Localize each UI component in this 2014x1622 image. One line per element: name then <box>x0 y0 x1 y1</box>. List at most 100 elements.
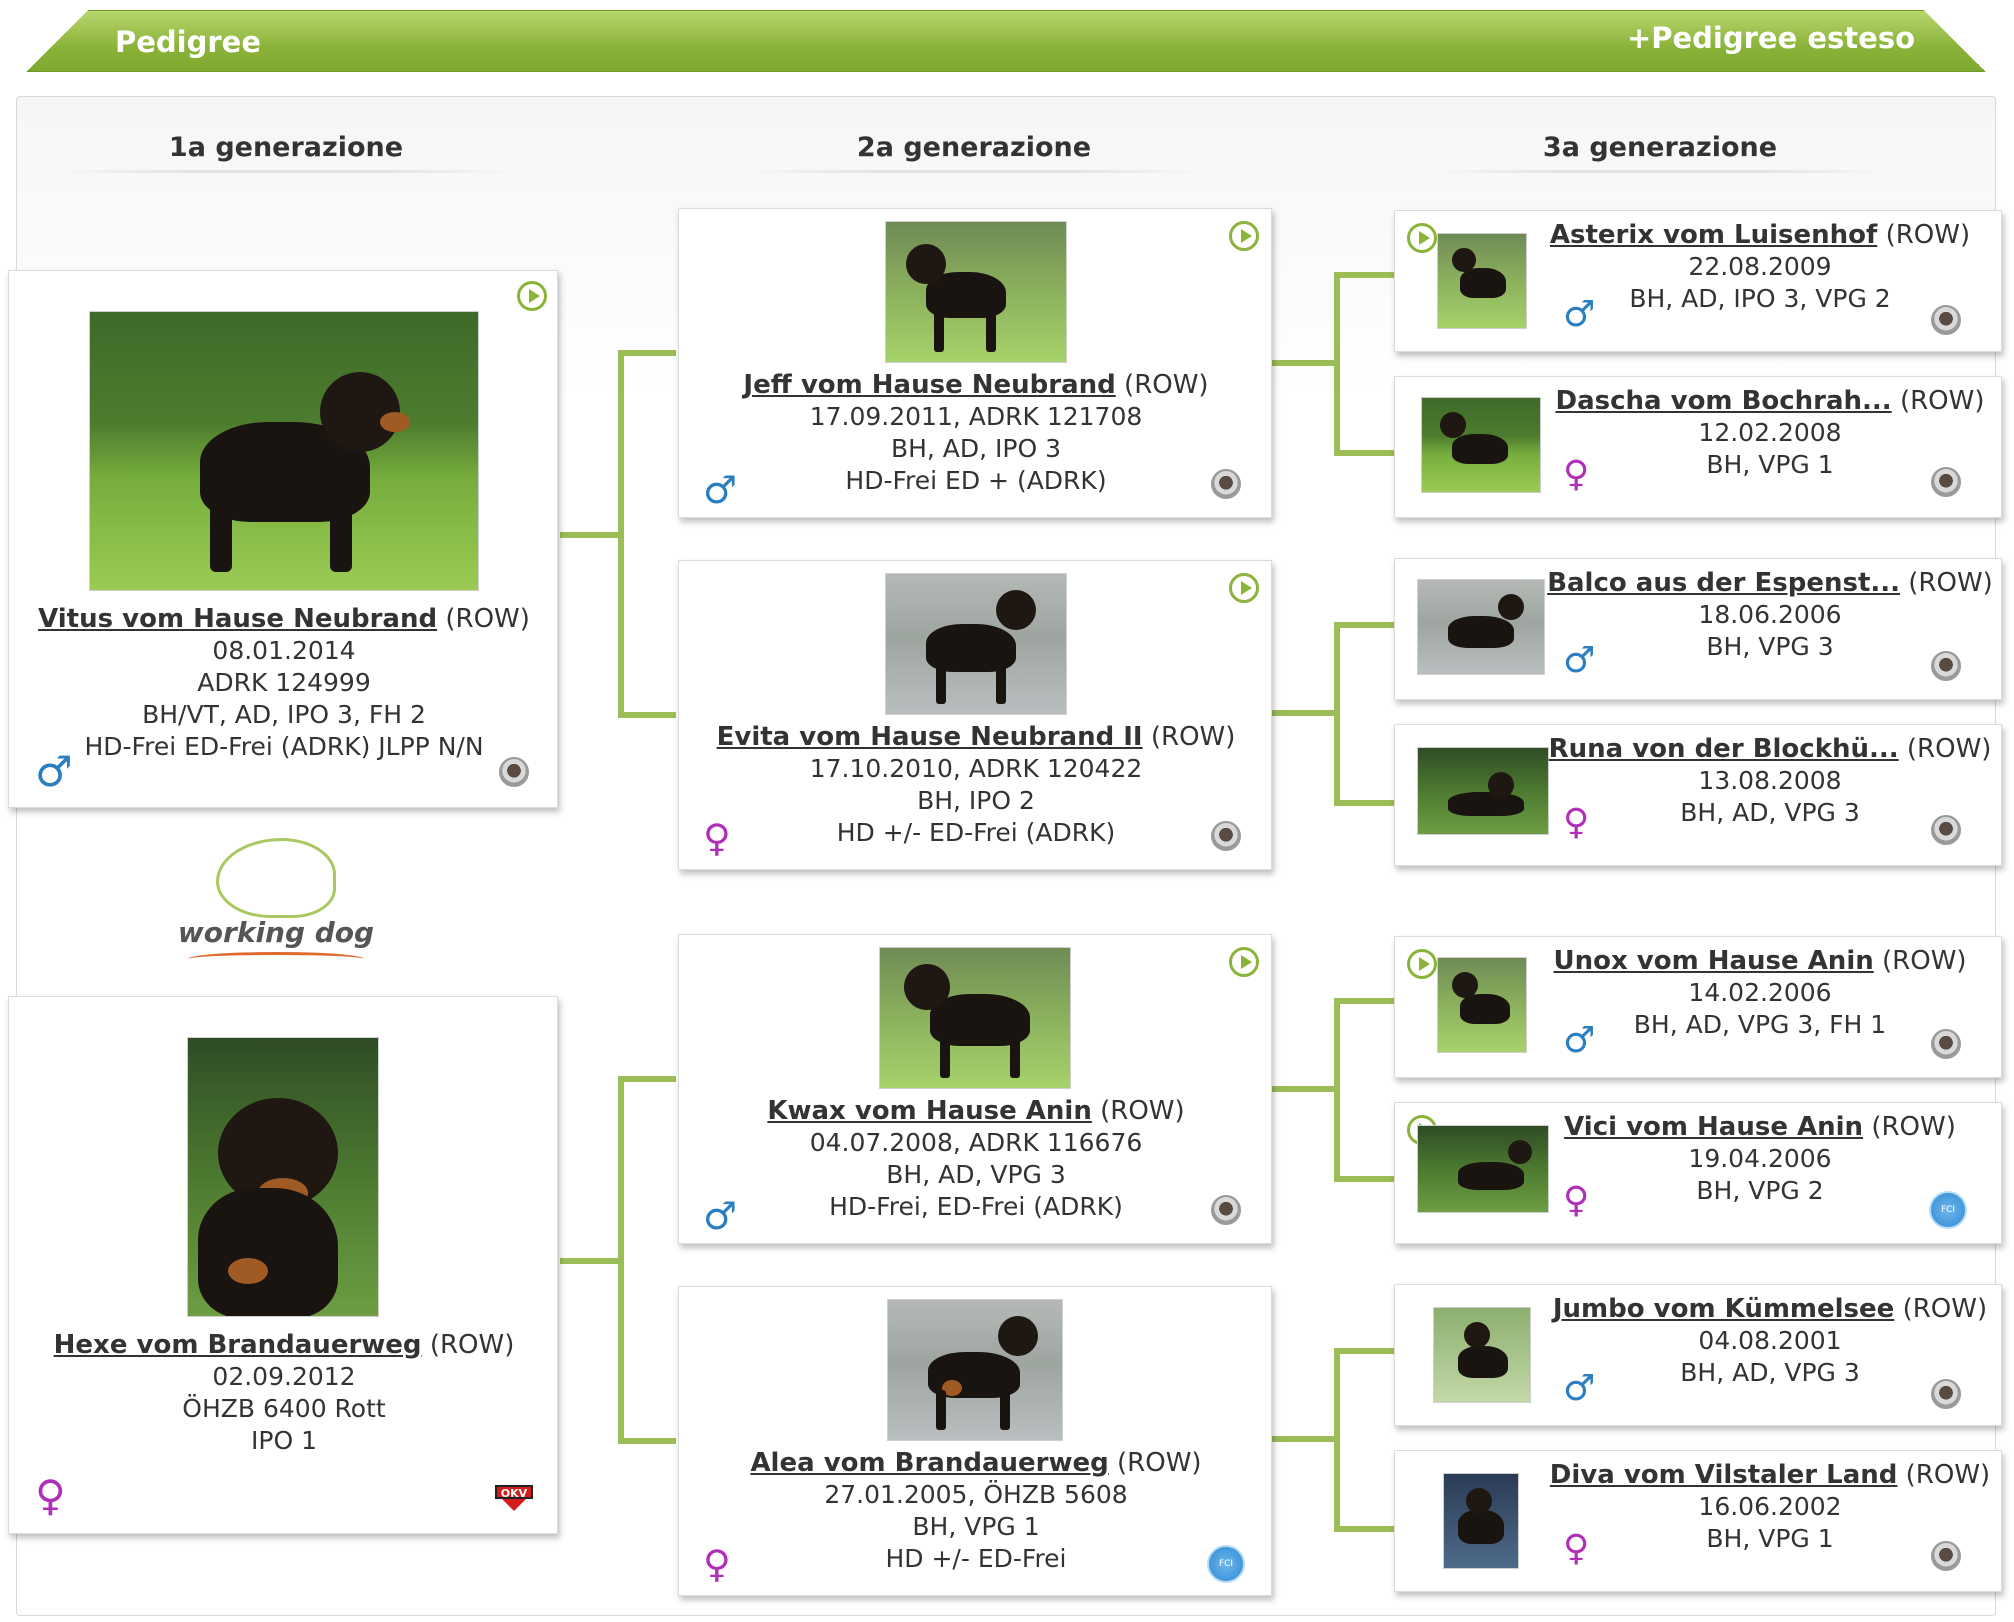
dog-photo[interactable] <box>1417 579 1545 675</box>
club-icon <box>1211 469 1241 499</box>
dog-photo[interactable] <box>879 947 1071 1089</box>
dog-registry: ADRK 124999 <box>197 668 371 697</box>
dog-name-link[interactable]: Balco aus der Espenst... <box>1547 568 1900 598</box>
dog-name-link[interactable]: Asterix vom Luisenhof <box>1550 220 1877 250</box>
dog-name-link[interactable]: Hexe vom Brandauerweg <box>54 1330 422 1360</box>
connector <box>618 350 676 356</box>
dog-photo[interactable] <box>885 573 1067 715</box>
dog-dob: 13.08.2008 <box>1698 766 1842 795</box>
dog-card-gen2-1[interactable]: Jeff vom Hause Neubrand (ROW) 17.09.2011… <box>678 208 1272 518</box>
dog-card-gen3-4[interactable]: Runa von der Blockhü... (ROW) 13.08.2008… <box>1394 724 2002 866</box>
dog-name-link[interactable]: Dascha vom Bochrah... <box>1556 386 1892 416</box>
dog-card-gen3-7[interactable]: Jumbo vom Kümmelsee (ROW) 04.08.2001 BH,… <box>1394 1284 2002 1426</box>
dog-card-gen3-6[interactable]: Vici vom Hause Anin (ROW) 19.04.2006 BH,… <box>1394 1102 2002 1244</box>
dog-photo[interactable] <box>1421 397 1541 493</box>
dog-card-gen3-3[interactable]: Balco aus der Espenst... (ROW) 18.06.200… <box>1394 558 2002 700</box>
working-dog-logo: working dog <box>176 832 376 972</box>
dog-photo[interactable] <box>885 221 1067 363</box>
dog-card-gen1-sire[interactable]: Vitus vom Hause Neubrand (ROW) 08.01.201… <box>8 270 558 808</box>
dog-titles: BH, VPG 3 <box>1706 632 1834 661</box>
dog-registry: ÖHZB 6400 Rott <box>182 1394 386 1423</box>
male-icon: ♂ <box>1563 294 1596 335</box>
club-icon <box>1211 1195 1241 1225</box>
dog-name-link[interactable]: Unox vom Hause Anin <box>1553 946 1873 976</box>
dog-card-gen3-8[interactable]: Diva vom Vilstaler Land (ROW) 16.06.2002… <box>1394 1450 2002 1592</box>
connector <box>1272 710 1338 716</box>
dog-name-link[interactable]: Diva vom Vilstaler Land <box>1550 1460 1898 1490</box>
dog-photo[interactable] <box>887 1299 1063 1441</box>
connector <box>1334 1348 1394 1354</box>
male-icon: ♂ <box>35 747 73 796</box>
dog-name-link[interactable]: Vici vom Hause Anin <box>1564 1112 1863 1142</box>
dog-card-gen3-5[interactable]: Unox vom Hause Anin (ROW) 14.02.2006 BH,… <box>1394 936 2002 1078</box>
dog-card-gen1-dam[interactable]: Hexe vom Brandauerweg (ROW) 02.09.2012 Ö… <box>8 996 558 1534</box>
page-title: Pedigree <box>115 25 262 59</box>
dog-card-gen2-4[interactable]: Alea vom Brandauerweg (ROW) 27.01.2005, … <box>678 1286 1272 1596</box>
connector <box>1334 1176 1394 1182</box>
dog-dob: 08.01.2014 <box>212 636 356 665</box>
dog-dob-registry: 17.10.2010, ADRK 120422 <box>809 754 1143 783</box>
female-icon: ♀ <box>703 816 731 860</box>
dog-titles: BH, IPO 2 <box>917 786 1035 815</box>
dog-dob: 19.04.2006 <box>1688 1144 1832 1173</box>
dog-card-gen2-3[interactable]: Kwax vom Hause Anin (ROW) 04.07.2008, AD… <box>678 934 1272 1244</box>
dog-health: HD-Frei ED + (ADRK) <box>845 466 1107 495</box>
dog-photo[interactable] <box>1437 233 1527 329</box>
dog-card-gen3-1[interactable]: Asterix vom Luisenhof (ROW) 22.08.2009 B… <box>1394 210 2002 352</box>
connector <box>618 1076 676 1082</box>
dog-name-link[interactable]: Jeff vom Hause Neubrand <box>743 370 1115 400</box>
dog-photo[interactable] <box>1437 957 1527 1053</box>
dog-name-link[interactable]: Evita vom Hause Neubrand II <box>717 722 1143 752</box>
connector <box>560 532 622 538</box>
dog-health: HD-Frei ED-Frei (ADRK) JLPP N/N <box>84 732 484 761</box>
dog-titles: BH, AD, IPO 3, VPG 2 <box>1629 284 1891 313</box>
dog-photo[interactable] <box>1417 1125 1549 1213</box>
dog-card-gen3-2[interactable]: Dascha vom Bochrah... (ROW) 12.02.2008 B… <box>1394 376 2002 518</box>
generation-1-heading: 1a generazione <box>56 132 516 173</box>
connector <box>618 1438 676 1444</box>
connector <box>1272 1436 1338 1442</box>
connector <box>1334 1348 1340 1532</box>
dog-photo[interactable] <box>1433 1307 1531 1403</box>
connector <box>1272 360 1338 366</box>
female-icon: ♀ <box>703 1542 731 1586</box>
video-play-icon[interactable] <box>1229 573 1259 603</box>
male-icon: ♂ <box>703 1194 738 1238</box>
club-icon <box>1931 305 1961 335</box>
club-icon <box>1931 1029 1961 1059</box>
dog-name-link[interactable]: Jumbo vom Kümmelsee <box>1553 1294 1894 1324</box>
dog-name-link[interactable]: Runa von der Blockhü... <box>1549 734 1899 764</box>
dog-photo[interactable] <box>1417 747 1549 835</box>
connector <box>1334 450 1394 456</box>
connector <box>1334 998 1340 1182</box>
dog-dob-registry: 04.07.2008, ADRK 116676 <box>809 1128 1143 1157</box>
video-play-icon[interactable] <box>1407 223 1437 253</box>
dog-photo[interactable] <box>89 311 479 591</box>
connector <box>618 1076 624 1444</box>
dog-photo[interactable] <box>187 1037 379 1317</box>
connector <box>618 712 676 718</box>
video-play-icon[interactable] <box>517 281 547 311</box>
dog-name-link[interactable]: Kwax vom Hause Anin <box>767 1096 1092 1126</box>
female-icon: ♀ <box>1563 454 1590 495</box>
dog-photo[interactable] <box>1443 1473 1519 1569</box>
dog-name-link[interactable]: Alea vom Brandauerweg <box>750 1448 1108 1478</box>
fci-icon: FCI <box>1207 1545 1245 1583</box>
dog-dob: 16.06.2002 <box>1698 1492 1842 1521</box>
dog-name-link[interactable]: Vitus vom Hause Neubrand <box>38 604 437 634</box>
dog-health: HD-Frei, ED-Frei (ADRK) <box>829 1192 1123 1221</box>
male-icon: ♂ <box>1563 1020 1596 1061</box>
dog-titles: BH, VPG 1 <box>1706 1524 1834 1553</box>
dog-titles: BH, AD, VPG 3 <box>1680 1358 1860 1387</box>
video-play-icon[interactable] <box>1229 221 1259 251</box>
video-play-icon[interactable] <box>1407 949 1437 979</box>
club-icon <box>1211 821 1241 851</box>
club-icon <box>1931 1379 1961 1409</box>
extended-pedigree-link[interactable]: +Pedigree esteso <box>1627 21 1915 55</box>
connector <box>1334 800 1394 806</box>
dog-dob: 14.02.2006 <box>1688 978 1832 1007</box>
dog-card-gen2-2[interactable]: Evita vom Hause Neubrand II (ROW) 17.10.… <box>678 560 1272 870</box>
pedigree-header: Pedigree +Pedigree esteso <box>16 10 1996 74</box>
connector <box>1334 272 1394 278</box>
video-play-icon[interactable] <box>1229 947 1259 977</box>
